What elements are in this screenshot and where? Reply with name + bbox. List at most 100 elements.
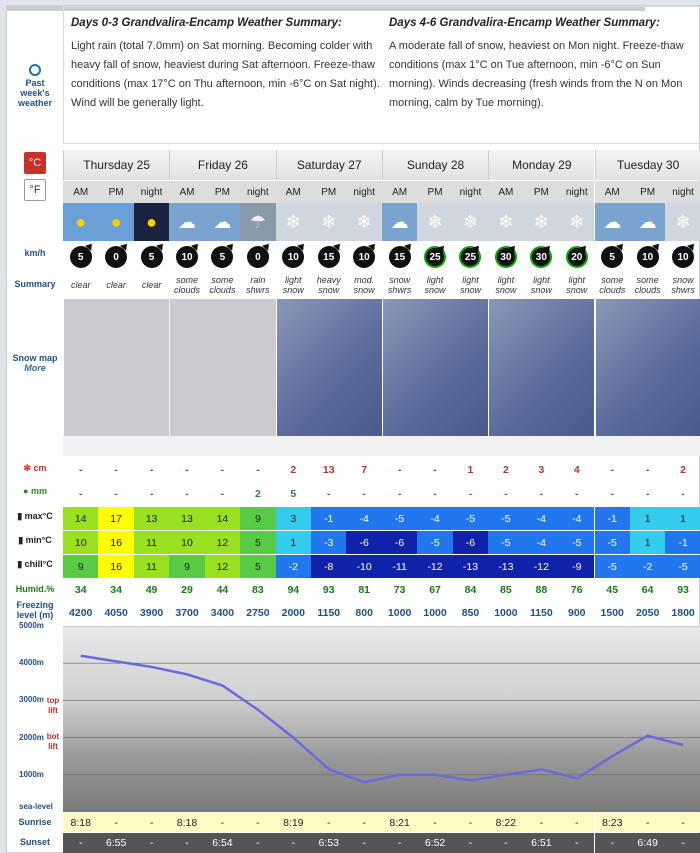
wind-speed: 25 <box>459 246 482 268</box>
sunrise-time: - <box>417 813 453 832</box>
snow-amount: 3 <box>538 464 545 476</box>
snow-map[interactable] <box>594 299 700 436</box>
chill-temp: 11 <box>133 555 170 578</box>
snow-unit: cm <box>33 463 47 473</box>
wind-arrow: 15 <box>311 242 346 272</box>
chill-temp: -9 <box>559 555 595 578</box>
past-weather-label: Past week's weather <box>17 78 52 108</box>
max-label: ▮ max°C <box>7 511 63 521</box>
period-label: AM <box>594 181 630 203</box>
wind-speed: 5 <box>601 246 624 268</box>
chill-temp: 5 <box>240 555 276 578</box>
freezing-level: 1150 <box>317 607 341 619</box>
humidity: 34 <box>110 584 122 596</box>
wind-speed: 10 <box>353 246 376 268</box>
humidity: 34 <box>74 584 87 596</box>
humidity: 84 <box>464 584 477 596</box>
sunrise-time: 8:18 <box>169 813 205 832</box>
sunset-time: - <box>452 833 489 853</box>
snow-amount: 1 <box>467 464 474 476</box>
snow-amount: 2 <box>502 464 509 476</box>
wind-arrow: 5 <box>63 242 98 272</box>
chill-temp: -5 <box>665 555 700 578</box>
bot-lift-label: bot lift <box>46 732 60 751</box>
sunrise-time: - <box>133 813 170 832</box>
day-header: Sunday 28 <box>381 150 489 180</box>
max-temp: 9 <box>240 507 276 530</box>
sunset-time: - <box>665 833 700 853</box>
sunset-time: - <box>559 833 595 853</box>
snow-map[interactable] <box>488 299 595 436</box>
cloud-sun-icon: ☁ <box>178 211 196 232</box>
snowmap-more-link[interactable]: More <box>7 363 63 373</box>
min-temp: 16 <box>98 531 134 554</box>
sunset-time: - <box>169 833 205 853</box>
humidity: 49 <box>145 584 158 596</box>
snow-cloud-icon: ❄ <box>462 211 479 232</box>
wind-arrow: 25 <box>417 242 452 272</box>
day-header: Monday 29 <box>488 150 595 180</box>
weather-icon: ❄ <box>346 203 382 241</box>
snow-cloud-icon: ❄ <box>285 211 301 232</box>
freezing-level: 2000 <box>281 607 305 619</box>
snow-amount: 13 <box>322 464 335 476</box>
top-lift-label: top lift <box>46 696 60 715</box>
rain-amount: 5 <box>290 488 297 500</box>
sunrise-time: - <box>559 813 595 832</box>
rain-amount: - <box>114 488 118 500</box>
humidity: 93 <box>677 584 689 596</box>
rain-amount: - <box>610 488 614 500</box>
clock-icon <box>29 64 41 76</box>
wind-arrow: 15 <box>382 242 417 272</box>
max-temp: 3 <box>275 507 312 530</box>
sun-icon: ● <box>146 211 157 232</box>
sunset-time: - <box>488 833 524 853</box>
max-temp: 1 <box>629 507 666 530</box>
day-header: Friday 26 <box>169 150 276 180</box>
sunrise-time: - <box>665 813 700 832</box>
rain-amount: 2 <box>254 488 261 500</box>
period-label: night <box>240 181 276 203</box>
wind-speed: 5 <box>211 246 234 268</box>
rain-amount: - <box>575 488 579 500</box>
chill-temp: -13 <box>452 555 489 578</box>
weather-icon: ❄ <box>275 203 312 241</box>
wind-arrow: 30 <box>524 242 559 272</box>
sunset-time: 6:53 <box>311 833 347 853</box>
wind-speed: 10 <box>176 246 198 268</box>
rain-unit: mm <box>30 486 47 496</box>
forecast-grid: Thursday 25 Friday 26 Saturday 27 Sunday 28… <box>7 6 700 853</box>
wind-arrow: 25 <box>453 242 488 272</box>
sunset-time: 6:52 <box>417 833 453 853</box>
min-temp: 10 <box>63 531 99 554</box>
wind-arrow: 5 <box>595 242 630 272</box>
sunrise-time: - <box>98 813 134 832</box>
sunrise-time: - <box>523 813 560 832</box>
weather-summary: snow shwrs <box>671 275 695 295</box>
day-header: Thursday 25 <box>63 150 170 180</box>
wind-speed: 25 <box>424 246 447 268</box>
humidity: 85 <box>500 584 512 596</box>
chill-label: ▮ chill°C <box>7 559 63 569</box>
fahrenheit-button[interactable]: °F <box>24 179 46 201</box>
wind-speed: 5 <box>140 246 163 268</box>
snow-map[interactable] <box>381 299 489 436</box>
wind-arrow: 20 <box>559 242 594 272</box>
snow-map[interactable] <box>275 299 382 436</box>
period-label: night <box>133 181 170 203</box>
chill-temp: -8 <box>311 555 347 578</box>
wind-speed: 10 <box>636 246 659 268</box>
humidity: 45 <box>606 584 619 596</box>
freezing-level-chart <box>63 626 700 812</box>
snow-amount: - <box>256 464 260 476</box>
past-weather-link[interactable]: Past week's weather <box>7 64 63 108</box>
snow-map[interactable] <box>63 299 170 436</box>
max-temp: 1 <box>665 507 700 530</box>
snow-map[interactable] <box>169 299 276 436</box>
wind-speed: 0 <box>246 246 269 268</box>
period-label: AM <box>488 181 524 203</box>
cloud-sun-icon: ☁ <box>390 211 409 232</box>
celsius-button[interactable]: °C <box>24 152 46 174</box>
thermometer-icon: ▮ <box>17 511 23 521</box>
sun-icon: ● <box>75 211 87 232</box>
